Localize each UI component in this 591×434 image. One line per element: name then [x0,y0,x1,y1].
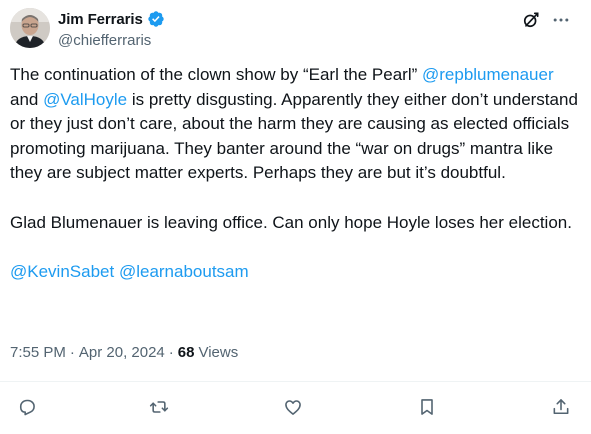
tweet-paragraph-2: Glad Blumenauer is leaving office. Can o… [10,212,572,232]
mention-link-valhoyle[interactable]: @ValHoyle [43,90,127,109]
views-count: 68 [177,344,195,361]
verified-badge-icon[interactable] [147,10,165,28]
display-name[interactable]: Jim Ferraris [58,11,143,28]
reply-icon[interactable] [14,394,40,420]
header-actions [521,10,571,30]
author-names: Jim Ferraris @chiefferraris [58,9,165,51]
views-label: Views [198,344,239,361]
tweet-paragraph-1: The continuation of the clown show by “E… [10,63,582,186]
mention-link-repblumenauer[interactable]: @repblumenauer [422,65,554,84]
tweet-date[interactable]: Apr 20, 2024 [79,344,165,361]
display-name-row: Jim Ferraris [58,9,165,29]
tweet-text-part: and [10,89,44,109]
divider [0,381,591,382]
meta-separator: · [69,344,75,361]
meta-separator: · [168,344,174,361]
grok-icon[interactable] [521,10,541,30]
tweet-card: Jim Ferraris @chiefferraris The continua… [0,0,591,434]
bookmark-icon[interactable] [414,394,440,420]
like-icon[interactable] [280,394,306,420]
avatar[interactable] [10,8,50,48]
mention-link-kevinsabet[interactable]: @KevinSabet [10,262,114,281]
tweet-text-part: The continuation of the clown show by “E… [10,65,422,84]
tweet-meta: 7:55 PM · Apr 20, 2024 · 68 Views [10,344,238,361]
tweet-text: The continuation of the clown show by “E… [10,63,582,284]
share-icon[interactable] [548,394,574,420]
mention-link-learnaboutsam[interactable]: @learnaboutsam [119,262,249,281]
tweet-paragraph-3: @KevinSabet @learnaboutsam [10,260,582,285]
more-icon[interactable] [551,10,571,30]
author-handle[interactable]: @chiefferraris [58,31,165,51]
retweet-icon[interactable] [146,394,172,420]
action-bar [0,394,591,420]
avatar-image [10,8,50,48]
tweet-time[interactable]: 7:55 PM [10,344,66,361]
